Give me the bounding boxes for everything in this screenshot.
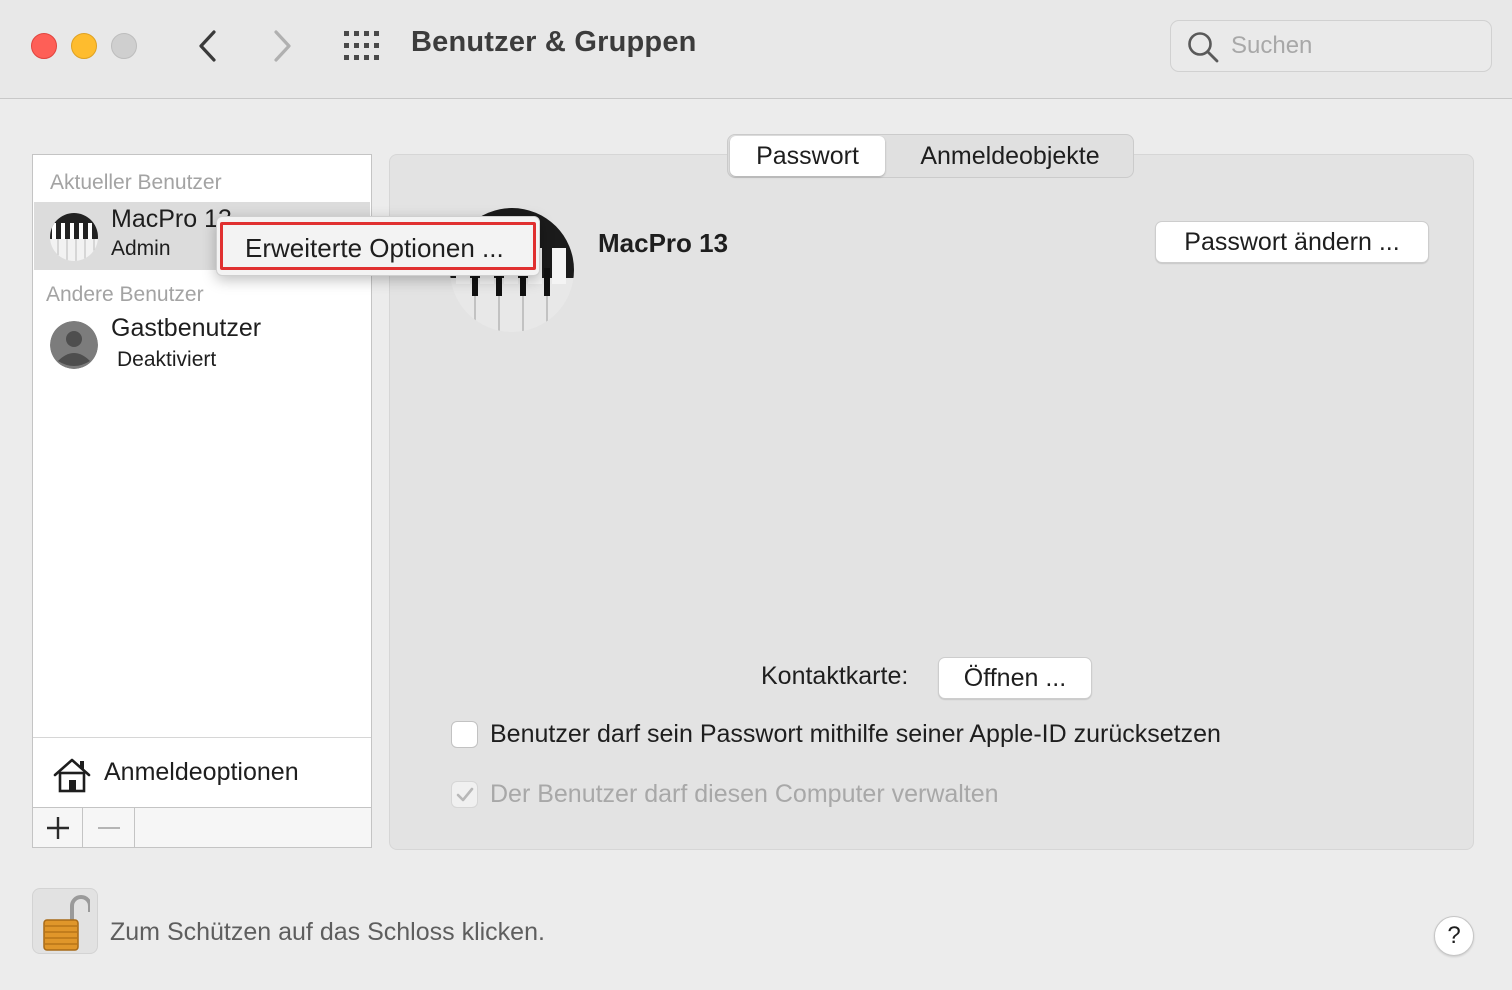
minimize-window-button[interactable] (71, 33, 97, 59)
close-window-button[interactable] (31, 33, 57, 59)
back-button[interactable] (190, 26, 226, 66)
zoom-window-button[interactable] (111, 33, 137, 59)
piano-avatar-icon (50, 213, 98, 261)
reset-password-label[interactable]: Benutzer darf sein Passwort mithilfe sei… (490, 720, 1221, 749)
advanced-options-menu-item[interactable]: Erweiterte Optionen ... (220, 222, 536, 270)
avatar (50, 321, 98, 369)
tab-login-items[interactable]: Anmeldeobjekte (890, 136, 1130, 176)
forward-button[interactable] (264, 26, 300, 66)
user-name: MacPro 13 (111, 205, 232, 233)
context-menu: Erweiterte Optionen ... (216, 216, 540, 276)
lock-hint-text: Zum Schützen auf das Schloss klicken. (110, 918, 545, 946)
tab-bar: Passwort Anmeldeobjekte (727, 134, 1134, 178)
checkmark-icon (456, 787, 474, 802)
add-user-button[interactable] (33, 808, 83, 847)
contact-card-label: Kontaktkarte: (761, 662, 909, 690)
title-bar: Benutzer & Gruppen (0, 0, 1512, 99)
lock-button[interactable] (32, 888, 98, 954)
plus-icon (47, 817, 69, 839)
unlocked-padlock-icon (43, 895, 90, 951)
minus-icon (98, 827, 120, 829)
user-status: Deaktiviert (117, 348, 217, 371)
window-title: Benutzer & Gruppen (411, 26, 697, 58)
show-all-button[interactable] (342, 29, 382, 63)
other-users-header: Andere Benutzer (46, 283, 204, 306)
list-toolbar (33, 807, 371, 847)
user-name: Gastbenutzer (111, 314, 262, 342)
login-options-label: Anmeldeoptionen (104, 758, 299, 786)
admin-label: Der Benutzer darf diesen Computer verwal… (490, 780, 999, 808)
user-role: Admin (111, 237, 171, 260)
chevron-left-icon (199, 30, 216, 62)
change-password-button[interactable]: Passwort ändern ... (1155, 221, 1429, 263)
search-icon (1188, 32, 1219, 63)
person-icon (50, 321, 98, 369)
reset-password-checkbox[interactable] (451, 721, 478, 748)
chevron-right-icon (274, 30, 291, 62)
search-input[interactable] (1231, 31, 1481, 61)
avatar (50, 213, 98, 261)
current-user-header: Aktueller Benutzer (50, 171, 222, 194)
user-row-guest[interactable]: Gastbenutzer Deaktiviert (34, 310, 370, 382)
selected-user-name: MacPro 13 (598, 228, 729, 258)
tab-password[interactable]: Passwort (730, 136, 885, 176)
login-options-item[interactable]: Anmeldeoptionen (33, 737, 371, 807)
help-button[interactable]: ? (1434, 916, 1474, 956)
advanced-options-label: Erweiterte Optionen ... (245, 233, 504, 263)
admin-checkbox (451, 781, 478, 808)
house-icon (53, 758, 91, 793)
remove-user-button[interactable] (83, 808, 135, 847)
search-field[interactable] (1170, 20, 1492, 72)
grid-icon (344, 31, 379, 60)
open-contact-button[interactable]: Öffnen ... (938, 657, 1092, 699)
